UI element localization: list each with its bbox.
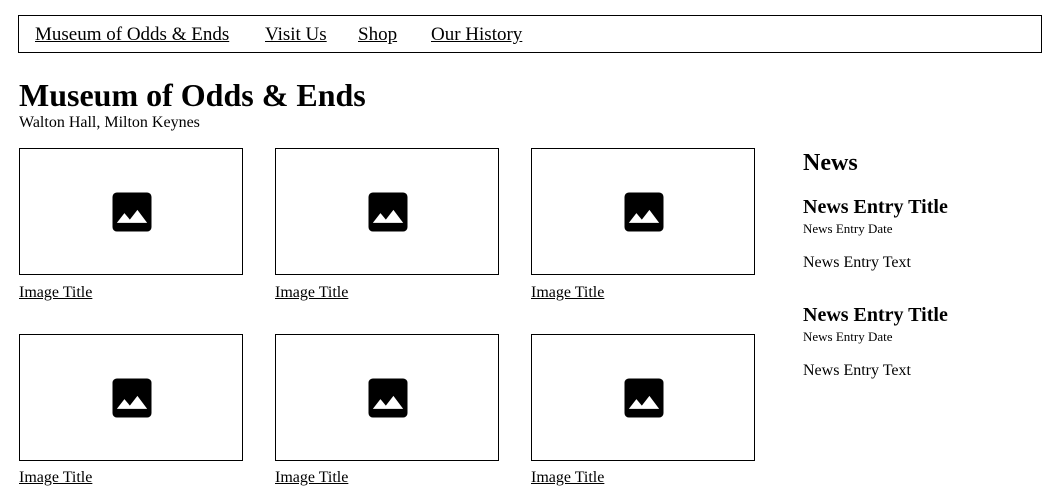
image-icon xyxy=(624,192,664,232)
gallery-tile[interactable] xyxy=(531,334,755,461)
image-placeholder[interactable] xyxy=(275,334,499,461)
nav-link-our-history[interactable]: Our History xyxy=(431,24,522,46)
news-entry-title: News Entry Title xyxy=(803,304,948,326)
nav-link-visit-us[interactable]: Visit Us xyxy=(265,24,327,46)
image-icon xyxy=(112,378,152,418)
site-address: Walton Hall, Milton Keynes xyxy=(19,114,200,131)
site-title: Museum of Odds & Ends xyxy=(19,77,366,113)
image-icon xyxy=(112,192,152,232)
gallery-tile[interactable] xyxy=(531,148,755,275)
gallery-image-title[interactable]: Image Title xyxy=(275,469,348,487)
gallery-tile[interactable] xyxy=(275,334,499,461)
image-placeholder[interactable] xyxy=(531,334,755,461)
news-entry-text: News Entry Text xyxy=(803,254,911,271)
image-icon xyxy=(368,378,408,418)
gallery-tile[interactable] xyxy=(19,148,243,275)
nav-link-shop[interactable]: Shop xyxy=(358,24,397,46)
nav-link-home[interactable]: Museum of Odds & Ends xyxy=(35,24,229,46)
news-entry-date: News Entry Date xyxy=(803,329,893,344)
gallery-tile[interactable] xyxy=(19,334,243,461)
gallery-image-title[interactable]: Image Title xyxy=(531,284,604,302)
gallery-tile[interactable] xyxy=(275,148,499,275)
news-entry-date: News Entry Date xyxy=(803,221,893,236)
news-entry-title: News Entry Title xyxy=(803,196,948,218)
image-icon xyxy=(624,378,664,418)
news-entry-text: News Entry Text xyxy=(803,362,911,379)
image-placeholder[interactable] xyxy=(19,148,243,275)
image-icon xyxy=(368,192,408,232)
image-placeholder[interactable] xyxy=(275,148,499,275)
gallery-image-title[interactable]: Image Title xyxy=(275,284,348,302)
image-placeholder[interactable] xyxy=(19,334,243,461)
main-nav: Museum of Odds & Ends Visit Us Shop Our … xyxy=(18,15,1042,53)
gallery-image-title[interactable]: Image Title xyxy=(19,469,92,487)
image-placeholder[interactable] xyxy=(531,148,755,275)
gallery-image-title[interactable]: Image Title xyxy=(19,284,92,302)
gallery-image-title[interactable]: Image Title xyxy=(531,469,604,487)
news-heading: News xyxy=(803,150,858,176)
